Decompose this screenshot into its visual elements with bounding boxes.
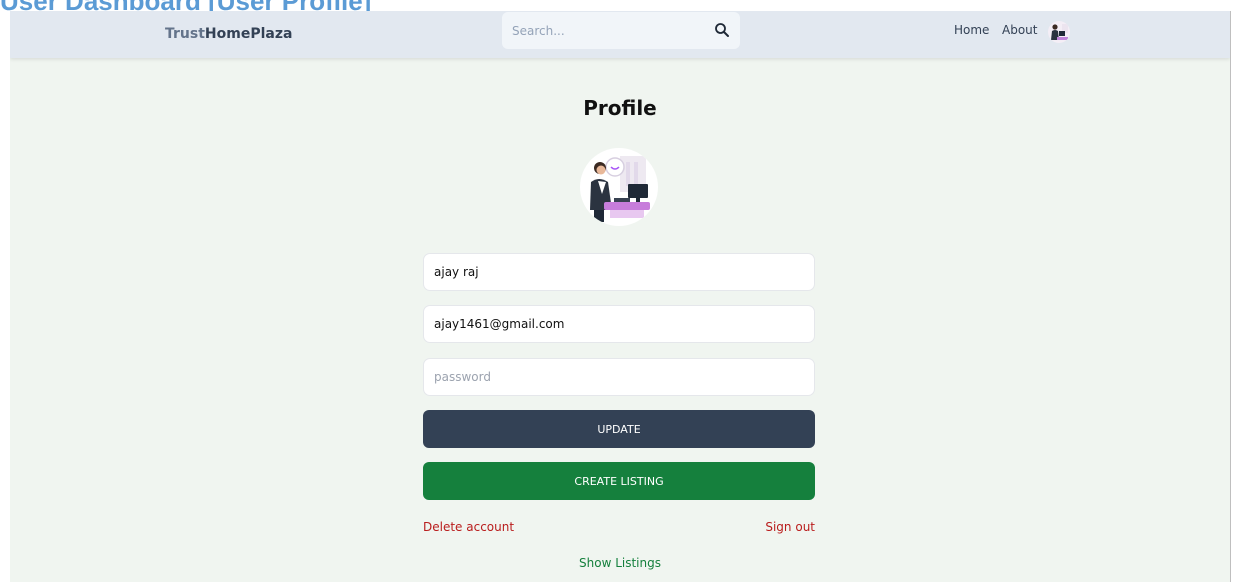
nav-avatar[interactable] xyxy=(1048,21,1070,43)
brand-part-2: HomePlaza xyxy=(204,26,293,42)
username-field[interactable] xyxy=(423,253,815,291)
brand-logo[interactable]: TrustHomePlaza xyxy=(165,25,292,43)
search-icon[interactable] xyxy=(714,22,730,38)
create-listing-button[interactable]: CREATE LISTING xyxy=(423,462,815,500)
nav-link-home[interactable]: Home xyxy=(954,22,989,38)
person-at-desk-illustration xyxy=(590,156,650,222)
document-caption: User Dashboard [User Profile] xyxy=(0,0,371,11)
show-listings-label[interactable]: Show Listings xyxy=(579,556,661,570)
email-field[interactable] xyxy=(423,305,815,343)
show-listings-link: Show Listings xyxy=(10,555,1230,571)
profile-avatar[interactable] xyxy=(580,148,658,226)
search-box xyxy=(502,12,740,49)
search-input[interactable] xyxy=(502,12,702,49)
delete-account-link[interactable]: Delete account xyxy=(423,519,514,535)
browser-viewport: TrustHomePlaza Home About Profile xyxy=(10,11,1230,582)
window-edge xyxy=(1230,11,1231,582)
avatar-illustration-icon xyxy=(1051,24,1068,40)
navbar: TrustHomePlaza Home About xyxy=(10,11,1230,58)
password-field[interactable] xyxy=(423,358,815,396)
sign-out-link[interactable]: Sign out xyxy=(765,519,815,535)
page-title: Profile xyxy=(583,96,657,120)
update-button[interactable]: UPDATE xyxy=(423,410,815,448)
nav-link-about[interactable]: About xyxy=(1002,22,1037,38)
brand-part-1: Trust xyxy=(165,26,205,42)
